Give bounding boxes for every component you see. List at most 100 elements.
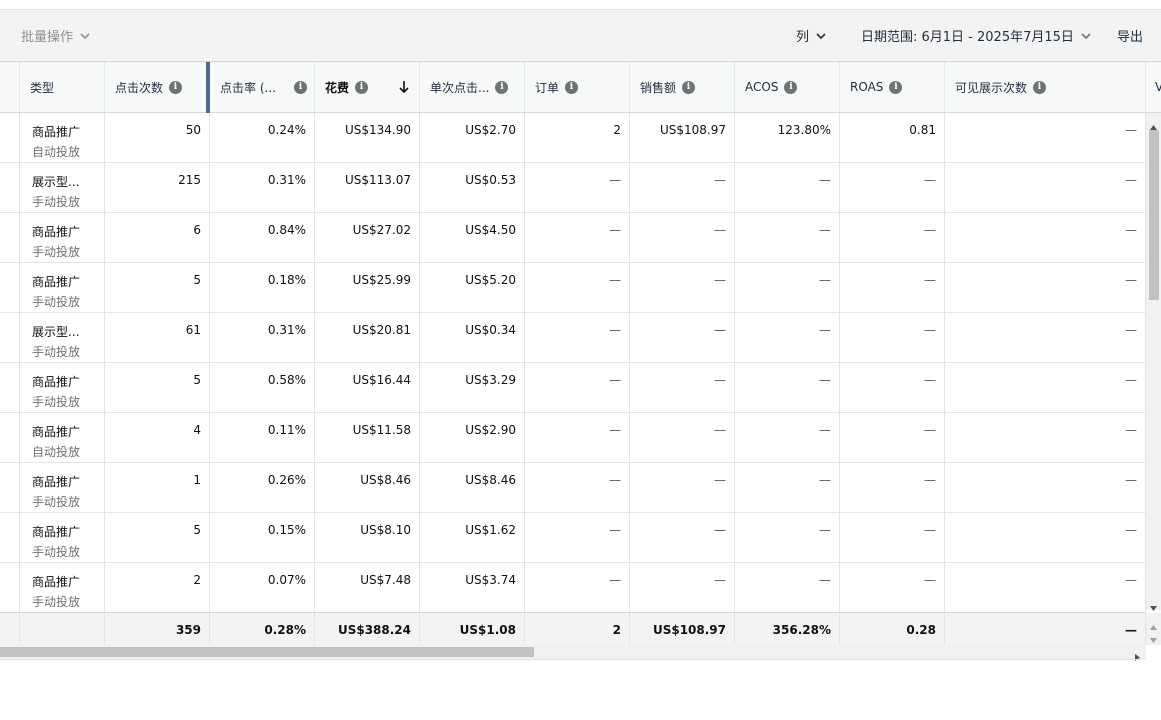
cell-type: 商品推广 手动投放 [20, 363, 105, 413]
header-clicks[interactable]: 点击次数 i [105, 62, 210, 112]
header-next-column[interactable]: V [1146, 61, 1161, 113]
info-icon[interactable]: i [784, 80, 798, 94]
header-viewable-impressions[interactable]: 可见展示次数 i [945, 62, 1146, 112]
cell-hidden [0, 513, 20, 563]
cell-cpc: US$3.74 [420, 563, 525, 613]
top-spacer [0, 0, 1161, 9]
info-icon[interactable]: i [1033, 80, 1047, 94]
cell-clicks: 5 [105, 513, 210, 563]
scroll-up-arrow-icon[interactable] [1149, 617, 1158, 630]
scroll-down-arrow-icon[interactable] [1149, 630, 1158, 643]
table-row[interactable]: 商品推广 手动投放 6 0.84% US$27.02 US$4.50— — — — — [0, 213, 1146, 263]
cell-sales: — [630, 313, 735, 363]
scroll-down-arrow-icon[interactable] [1149, 598, 1158, 611]
cell-ctr: 0.15% [210, 513, 315, 563]
header-orders[interactable]: 订单 i [525, 62, 630, 112]
chevron-down-icon [1080, 30, 1092, 42]
cell-ctr: 0.11% [210, 413, 315, 463]
table-row[interactable]: 商品推广 手动投放 2 0.07% US$7.48 US$3.74— — — — — [0, 563, 1146, 613]
cell-spend: US$7.48 [315, 563, 420, 613]
arrow-down-icon[interactable] [398, 80, 410, 94]
cell-clicks: 50 [105, 113, 210, 163]
cell-hidden [0, 413, 20, 463]
columns-dropdown[interactable]: 列 [796, 26, 827, 45]
cell-cpc: US$1.62 [420, 513, 525, 563]
header-sales[interactable]: 销售额 i [630, 62, 735, 112]
table-row[interactable]: 展示型... 手动投放 61 0.31% US$20.81 US$0.34— — — — — [0, 313, 1146, 363]
total-cell-type [20, 613, 105, 647]
header-ctr[interactable]: 点击率 (... i [210, 62, 315, 112]
horizontal-scrollbar-thumb[interactable] [0, 647, 534, 657]
cell-cpc: US$3.29 [420, 363, 525, 413]
total-orders: 2 [525, 613, 630, 647]
campaign-type: 商品推广 [32, 575, 81, 589]
targeting-type: 手动投放 [32, 295, 81, 309]
cell-clicks: 5 [105, 263, 210, 313]
export-button[interactable]: 导出 [1117, 26, 1143, 45]
cell-roas: — [840, 513, 945, 563]
info-icon[interactable]: i [682, 80, 696, 94]
table-row[interactable]: 商品推广 手动投放 5 0.58% US$16.44 US$3.29— — — — — [0, 363, 1146, 413]
bulk-actions-dropdown[interactable]: 批量操作 [21, 26, 91, 45]
header-cpc[interactable]: 单次点击... i [420, 62, 525, 112]
column-resize-handle[interactable] [206, 62, 210, 114]
header-acos[interactable]: ACOS i [735, 62, 840, 112]
cell-sales: — [630, 413, 735, 463]
vertical-scrollbar-thumb[interactable] [1149, 130, 1159, 300]
header-label: 订单 [535, 80, 560, 95]
date-range-label: 日期范围: 6月1日 - 2025年7月15日 [861, 30, 1074, 45]
info-icon[interactable]: i [293, 80, 307, 94]
table-row[interactable]: 商品推广 手动投放 5 0.18% US$25.99 US$5.20— — — — — [0, 263, 1146, 313]
cell-roas: — [840, 163, 945, 213]
info-icon[interactable]: i [565, 80, 579, 94]
cell-sales: US$108.97 [630, 113, 735, 163]
targeting-type: 手动投放 [32, 595, 81, 609]
cell-clicks: 1 [105, 463, 210, 513]
cell-viewable-impressions: — [945, 363, 1146, 413]
vertical-scrollbar[interactable] [1146, 113, 1161, 611]
cell-hidden [0, 313, 20, 363]
header-label: 类型 [30, 80, 55, 95]
header-label: 可见展示次数 [955, 80, 1028, 95]
cell-orders: — [525, 213, 630, 263]
header-label: ROAS [850, 80, 884, 94]
info-icon[interactable]: i [889, 80, 903, 94]
info-icon[interactable]: i [495, 80, 509, 94]
cell-type: 商品推广 手动投放 [20, 463, 105, 513]
cell-type: 商品推广 手动投放 [20, 213, 105, 263]
total-clicks: 359 [105, 613, 210, 647]
campaign-type: 展示型... [32, 325, 80, 339]
cell-clicks: 2 [105, 563, 210, 613]
campaign-type: 商品推广 [32, 425, 81, 439]
cell-ctr: 0.07% [210, 563, 315, 613]
scroll-right-arrow-icon[interactable] [1133, 647, 1142, 661]
table-row[interactable]: 商品推广 自动投放 4 0.11% US$11.58 US$2.90— — — — — [0, 413, 1146, 463]
cell-sales: — [630, 263, 735, 313]
cell-viewable-impressions: — [945, 263, 1146, 313]
cell-spend: US$113.07 [315, 163, 420, 213]
header-type[interactable]: 类型 [20, 62, 105, 112]
table-row[interactable]: 展示型... 手动投放 215 0.31% US$113.07 US$0.53— — — — — [0, 163, 1146, 213]
cell-ctr: 0.58% [210, 363, 315, 413]
header-spend[interactable]: 花费 i [315, 62, 420, 112]
header-roas[interactable]: ROAS i [840, 62, 945, 112]
total-spend: US$388.24 [315, 613, 420, 647]
campaign-type: 商品推广 [32, 475, 81, 489]
cell-orders: — [525, 163, 630, 213]
info-icon[interactable]: i [355, 80, 369, 94]
campaign-type: 商品推广 [32, 225, 81, 239]
date-range-dropdown[interactable]: 日期范围: 6月1日 - 2025年7月15日 [861, 26, 1092, 45]
cell-clicks: 4 [105, 413, 210, 463]
cell-ctr: 0.84% [210, 213, 315, 263]
cell-viewable-impressions: — [945, 113, 1146, 163]
table-bottom-border [0, 659, 1146, 660]
cell-clicks: 61 [105, 313, 210, 363]
horizontal-scrollbar[interactable] [0, 645, 1146, 661]
totals-scrollbar[interactable] [1146, 613, 1161, 645]
total-cpc: US$1.08 [420, 613, 525, 647]
table-row[interactable]: 商品推广 手动投放 5 0.15% US$8.10 US$1.62— — — — — [0, 513, 1146, 563]
table-row[interactable]: 商品推广 自动投放 50 0.24% US$134.90 US$2.70 2 US$108.9… [0, 113, 1146, 163]
scroll-up-arrow-icon[interactable] [1149, 117, 1158, 130]
table-row[interactable]: 商品推广 手动投放 1 0.26% US$8.46 US$8.46— — — — — [0, 463, 1146, 513]
info-icon[interactable]: i [169, 80, 183, 94]
